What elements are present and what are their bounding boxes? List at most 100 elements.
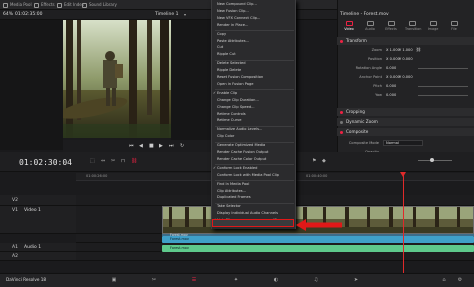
yaw-slider[interactable] — [418, 94, 468, 96]
transform-section-header[interactable]: Transform — [337, 37, 474, 45]
edit-index-icon — [57, 2, 62, 8]
deliver-page-icon[interactable]: ➤ — [352, 277, 360, 283]
loop-icon[interactable]: ↻ — [180, 143, 184, 149]
play-reverse-icon[interactable]: ◀ — [139, 143, 143, 149]
context-menu-item[interactable]: Delete Selected — [217, 61, 246, 65]
audio-clip-a2[interactable]: Forest.mov — [162, 245, 474, 252]
play-icon[interactable]: ▶ — [159, 143, 163, 149]
context-menu-item[interactable]: Duplicated Frames — [217, 195, 251, 199]
property-row: Zoom X 1.000 Y 1.000 ⛓ — [371, 46, 422, 54]
playhead[interactable] — [403, 173, 404, 273]
color-page-icon[interactable]: ◐ — [272, 277, 280, 283]
track-header-a2[interactable]: A2 — [0, 252, 76, 261]
blade-tool-icon[interactable]: ✂ — [111, 158, 115, 164]
composite-mode-select[interactable]: Normal — [383, 140, 423, 146]
context-menu-item[interactable]: Conform Lock Enabled ✓ — [213, 166, 257, 170]
tab-transition[interactable]: Transition — [405, 21, 421, 33]
flag-icon[interactable]: ⚑ — [312, 158, 316, 164]
context-menu-item[interactable]: Normalize Audio Levels... — [217, 127, 262, 131]
timeline-name[interactable]: Timeline 1 — [155, 10, 178, 20]
tab-effects[interactable]: Effects — [384, 21, 398, 33]
marker-icon[interactable]: ◆ — [322, 158, 326, 164]
effects-button[interactable]: Effects — [34, 1, 55, 9]
context-menu-item[interactable]: Paste Attributes... — [217, 39, 249, 43]
link-clips-highlight — [212, 219, 294, 227]
track-header-a1[interactable]: A1 Audio 1 — [0, 243, 76, 252]
context-menu-item[interactable]: Ripple Delete — [217, 68, 241, 72]
tab-image[interactable]: Image — [426, 21, 440, 33]
track-a2[interactable] — [76, 252, 474, 261]
context-menu-item[interactable]: Retime Controls — [217, 112, 246, 116]
context-menu-item[interactable]: Cut — [217, 45, 223, 49]
context-menu-item[interactable]: Conform Lock with Media Pool Clip — [217, 173, 279, 177]
tab-video[interactable]: Video — [342, 21, 356, 33]
skip-start-icon[interactable]: ⏮ — [129, 143, 134, 149]
zoom-slider-handle[interactable] — [430, 158, 434, 162]
transition-tab-icon — [408, 21, 416, 26]
context-menu-item[interactable]: Retime Curve — [217, 118, 241, 122]
playhead-handle[interactable] — [400, 172, 406, 177]
chevron-down-icon[interactable]: ▾ — [184, 10, 186, 20]
enable-dot-icon[interactable] — [340, 130, 343, 134]
stop-icon[interactable]: ■ — [149, 143, 154, 149]
home-icon[interactable]: ⌂ — [440, 277, 448, 283]
fairlight-page-icon[interactable]: ♫ — [312, 277, 320, 283]
tab-audio[interactable]: Audio — [363, 21, 377, 33]
context-menu-item[interactable]: Render Cache Color Output — [217, 157, 266, 161]
context-menu-item[interactable]: Find In Media Pool — [217, 182, 249, 186]
fusion-page-icon[interactable]: ✦ — [232, 277, 240, 283]
property-row: Anchor Point X 0.000 Y 0.000 — [359, 75, 413, 79]
zoom-slider[interactable] — [418, 160, 452, 161]
enable-dot-icon[interactable] — [340, 120, 343, 124]
media-pool-button[interactable]: Media Pool — [3, 1, 32, 9]
context-menu-item[interactable]: Clip Color — [217, 134, 234, 138]
cut-page-icon[interactable]: ✂ — [150, 277, 158, 283]
context-menu-item[interactable]: Generate Optimized Media — [217, 143, 265, 147]
context-menu-item[interactable]: New Fusion Clip... — [217, 9, 249, 13]
track-header-v2[interactable]: V2 — [0, 195, 76, 206]
context-menu-item[interactable]: Take Selector — [217, 204, 241, 208]
pitch-slider[interactable] — [418, 85, 468, 87]
audio-clip-a1[interactable]: Forest.mov — [162, 236, 474, 243]
cropping-section-header[interactable]: Cropping — [337, 108, 474, 116]
context-menu-item[interactable]: Enable Clip ✓ — [213, 91, 237, 95]
context-menu-item[interactable]: Change Clip Speed... — [217, 105, 255, 109]
enable-dot-icon[interactable] — [340, 110, 343, 114]
rotation-slider[interactable] — [418, 67, 468, 69]
composite-section-header[interactable]: Composite — [337, 128, 474, 136]
edit-page-icon[interactable]: ☰ — [190, 277, 198, 283]
enable-dot-icon[interactable] — [340, 39, 343, 43]
context-menu-item[interactable]: Copy — [217, 32, 226, 36]
edit-index-button[interactable]: Edit Index — [57, 1, 84, 9]
track-header-v1[interactable]: V1 Video 1 — [0, 206, 76, 234]
link-icon[interactable]: ⛓ — [416, 46, 421, 54]
context-menu-item[interactable]: Clip Attributes... — [217, 189, 246, 193]
media-page-icon[interactable]: ▣ — [110, 277, 118, 283]
dynamic-zoom-section-header[interactable]: Dynamic Zoom — [337, 118, 474, 126]
settings-gear-icon[interactable]: ⚙ — [456, 277, 464, 283]
context-menu-item[interactable]: Ripple Cut — [217, 52, 236, 56]
zoom-level[interactable]: 64% — [3, 10, 13, 20]
sound-library-button[interactable]: Sound Library — [82, 1, 117, 9]
context-menu-item[interactable]: Open in Fusion Page — [217, 82, 254, 86]
context-menu-item[interactable]: New Compound Clip... — [217, 2, 257, 6]
checkmark-icon: ✓ — [213, 165, 217, 170]
snapping-icon[interactable]: ⊓ — [121, 158, 125, 164]
skip-end-icon[interactable]: ⏭ — [169, 143, 174, 149]
trim-tool-icon[interactable]: ⇔ — [101, 158, 105, 164]
viewer-frame[interactable] — [63, 20, 171, 138]
viewer-side-area — [171, 20, 211, 150]
context-menu-item[interactable]: New VFX Connect Clip... — [217, 16, 260, 20]
selection-tool-icon[interactable]: ⬚ — [90, 158, 95, 164]
tab-file[interactable]: File — [447, 21, 461, 33]
clip-context-menu: New Compound Clip... New Fusion Clip... Ne… — [211, 0, 296, 229]
context-menu-item[interactable]: Display Individual Audio Channels — [217, 211, 278, 215]
context-menu-item[interactable]: Render in Place... — [217, 23, 248, 27]
context-menu-item[interactable]: Change Clip Duration... — [217, 98, 259, 102]
context-menu-item[interactable]: Render Cache Fusion Output — [217, 150, 268, 154]
timeline-timecode: 01:02:30:04 — [19, 158, 72, 167]
linked-selection-icon[interactable]: ⛓ — [131, 158, 137, 164]
annotation-arrow-icon — [296, 219, 342, 231]
inspector-title: Timeline - Forest.mov — [340, 12, 389, 17]
context-menu-item[interactable]: Reset Fusion Composition — [217, 75, 263, 79]
